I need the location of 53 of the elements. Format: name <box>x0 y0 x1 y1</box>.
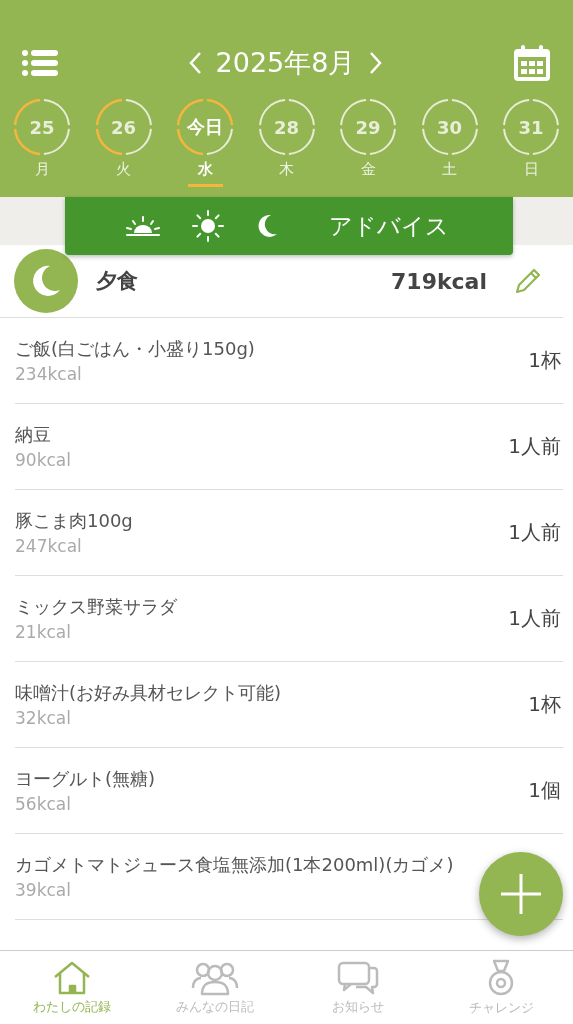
weekday-label: 土 <box>441 160 458 180</box>
weekday-label: 木 <box>278 160 295 180</box>
weekday-label: 水 <box>187 160 223 187</box>
nav-tab[interactable]: お知らせ <box>286 951 430 1024</box>
food-name: ご飯(白ごはん・小盛り150g) <box>15 336 256 361</box>
weekday-label: 金 <box>359 160 377 180</box>
food-kcal: 234kcal <box>15 364 83 385</box>
chevron-left-icon[interactable] <box>187 51 202 75</box>
food-amount: 1杯 <box>528 347 561 374</box>
food-name: ヨーグルト(無糖) <box>15 766 157 791</box>
food-kcal: 21kcal <box>15 622 72 643</box>
day-button[interactable]: 30 <box>420 98 479 156</box>
meal-total-kcal: 719kcal <box>391 268 487 294</box>
chat-icon <box>336 959 381 996</box>
plus-icon <box>499 872 543 916</box>
food-name: 味噌汁(お好み具材セレクト可能) <box>15 680 283 705</box>
day-button[interactable]: 25 <box>13 98 71 156</box>
food-kcal: 39kcal <box>15 880 72 901</box>
food-name: 納豆 <box>15 422 52 447</box>
day-button[interactable]: 31 <box>502 98 560 156</box>
day-button[interactable]: 今日 <box>176 98 234 156</box>
weekday-label: 日 <box>522 160 540 180</box>
nav-tab[interactable]: みんなの日記 <box>143 951 287 1024</box>
day-button[interactable]: 29 <box>339 98 397 156</box>
food-name: カゴメトマトジュース食塩無添加(1本200ml)(カゴメ) <box>15 852 455 877</box>
food-amount: 1人前 <box>508 519 561 546</box>
food-kcal: 56kcal <box>15 794 72 815</box>
advice-tab[interactable]: アドバイス <box>329 210 449 242</box>
food-kcal: 247kcal <box>15 536 83 557</box>
chevron-right-icon[interactable] <box>369 51 384 75</box>
food-name: ミックス野菜サラダ <box>15 594 178 619</box>
weekday-label: 月 <box>33 160 51 180</box>
weekday-label: 火 <box>115 160 132 180</box>
pencil-icon[interactable] <box>513 266 543 296</box>
sunrise-icon[interactable] <box>125 215 161 237</box>
month-title: 2025年8月 <box>215 46 356 80</box>
food-amount: 1個 <box>528 777 561 804</box>
day-button[interactable]: 28 <box>257 98 316 156</box>
add-button[interactable] <box>479 852 563 936</box>
food-kcal: 90kcal <box>15 450 72 471</box>
food-amount: 1杯 <box>528 691 561 718</box>
sun-icon[interactable] <box>191 209 225 243</box>
food-kcal: 32kcal <box>15 708 72 729</box>
food-amount: 1人前 <box>508 605 561 632</box>
food-amount: 1人前 <box>508 433 561 460</box>
moon-icon <box>14 249 78 313</box>
day-button[interactable]: 26 <box>94 98 153 156</box>
nav-tab[interactable]: チャレンジ <box>429 951 573 1024</box>
menu-icon[interactable] <box>22 49 58 77</box>
meal-name: 夕食 <box>96 268 139 295</box>
nav-tab[interactable]: わたしの記録 <box>0 951 144 1024</box>
calendar-icon[interactable] <box>513 44 551 82</box>
food-name: 豚こま肉100g <box>15 508 134 533</box>
